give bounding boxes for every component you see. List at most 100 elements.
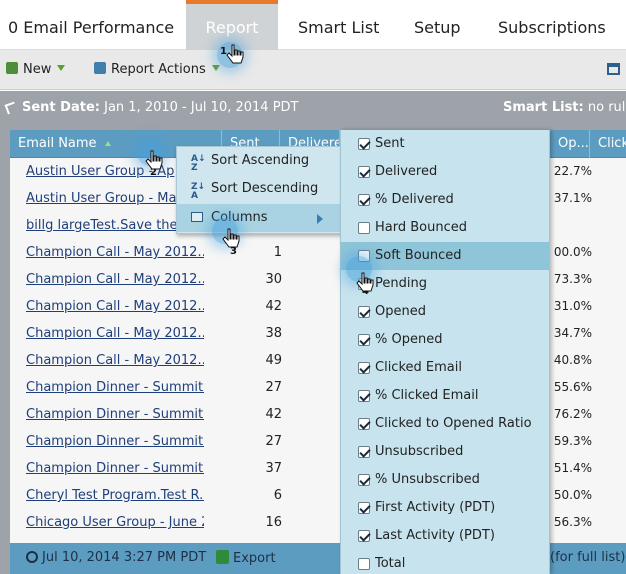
report-actions-button[interactable]: Report Actions bbox=[94, 60, 220, 80]
hand-cursor-icon bbox=[356, 272, 374, 292]
sent-value: 49 bbox=[265, 353, 282, 368]
opened-pct-value: 37.1% bbox=[553, 191, 592, 205]
tab-smart-list[interactable]: Smart List bbox=[286, 0, 391, 50]
dropdown-arrow-icon bbox=[57, 65, 66, 71]
smart-list-value[interactable]: no rules bbox=[588, 100, 626, 115]
opened-pct-value: 51.4% bbox=[553, 461, 592, 475]
email-name-link[interactable]: Chicago User Group - June 2... bbox=[26, 509, 204, 536]
email-name-link[interactable]: Champion Call - May 2012... bbox=[26, 347, 204, 374]
column-checkbox[interactable] bbox=[358, 418, 370, 430]
email-name-link[interactable]: Champion Dinner - Summit... bbox=[26, 374, 204, 401]
column-option-label: Total bbox=[375, 556, 406, 571]
column-option[interactable]: Hard Bounced bbox=[341, 214, 549, 242]
opened-pct-value: 55.6% bbox=[553, 380, 592, 394]
columns-item[interactable]: Columns bbox=[177, 204, 341, 232]
column-checkbox[interactable] bbox=[358, 502, 370, 514]
sort-descending-icon: Z↓ A bbox=[191, 182, 206, 201]
column-header-opened[interactable]: Op... bbox=[550, 130, 590, 158]
email-name-link[interactable]: Champion Dinner - Summit... bbox=[26, 401, 204, 428]
column-option-label: Soft Bounced bbox=[375, 248, 462, 263]
column-checkbox[interactable] bbox=[358, 194, 370, 206]
opened-pct-value: 40.8% bbox=[553, 353, 592, 367]
sent-value: 42 bbox=[265, 299, 282, 314]
report-actions-icon bbox=[94, 62, 106, 74]
email-name-link[interactable]: Champion Call - May 2012... bbox=[26, 293, 204, 320]
sort-asc-icon bbox=[104, 141, 111, 146]
column-header-click[interactable]: Click bbox=[590, 130, 626, 158]
column-option-label: Last Activity (PDT) bbox=[375, 528, 495, 543]
email-name-header-label: Email Name bbox=[18, 136, 97, 151]
column-checkbox[interactable] bbox=[358, 474, 370, 486]
column-option-label: % Clicked Email bbox=[375, 388, 479, 403]
column-option[interactable]: Soft Bounced bbox=[341, 242, 549, 270]
column-option[interactable]: Last Activity (PDT) bbox=[341, 522, 549, 550]
column-option-label: Opened bbox=[375, 304, 426, 319]
email-name-link[interactable]: Champion Call - May 2012... bbox=[26, 320, 204, 347]
column-checkbox[interactable] bbox=[358, 166, 370, 178]
column-checkbox[interactable] bbox=[358, 558, 370, 570]
toolbar: New Report Actions bbox=[0, 50, 626, 90]
column-option[interactable]: Clicked to Opened Ratio bbox=[341, 410, 549, 438]
column-option-label: Pending bbox=[375, 276, 427, 291]
column-option-label: % Opened bbox=[375, 332, 443, 347]
sort-ascending-item[interactable]: A↓ Z Sort Ascending bbox=[177, 147, 341, 175]
column-checkbox[interactable] bbox=[358, 306, 370, 318]
column-option[interactable]: First Activity (PDT) bbox=[341, 494, 549, 522]
column-option[interactable]: % Clicked Email bbox=[341, 382, 549, 410]
column-option[interactable]: Clicked Email bbox=[341, 354, 549, 382]
column-option[interactable]: Opened bbox=[341, 298, 549, 326]
column-option[interactable]: % Unsubscribed bbox=[341, 466, 549, 494]
opened-pct-value: 22.7% bbox=[553, 164, 592, 178]
opened-pct-value: 73.3% bbox=[553, 272, 592, 286]
column-checkbox[interactable] bbox=[358, 362, 370, 374]
email-name-link[interactable]: Champion Call - May 2012... bbox=[26, 266, 204, 293]
email-name-link[interactable]: Cheryl Test Program.Test R... bbox=[26, 482, 204, 509]
column-checkbox[interactable] bbox=[358, 390, 370, 402]
export-label: Export bbox=[233, 551, 276, 566]
report-actions-label: Report Actions bbox=[111, 62, 206, 77]
window-icon[interactable] bbox=[607, 63, 620, 75]
sent-value: 30 bbox=[265, 272, 282, 287]
column-option-label: Unsubscribed bbox=[375, 444, 464, 459]
column-option[interactable]: Delivered bbox=[341, 158, 549, 186]
full-list-text[interactable]: (for full list) bbox=[550, 550, 625, 565]
column-option[interactable]: % Opened bbox=[341, 326, 549, 354]
column-option[interactable]: Total bbox=[341, 550, 549, 574]
column-option[interactable]: Sent bbox=[341, 130, 549, 158]
email-name-link[interactable]: Champion Call - May 2012... bbox=[26, 239, 204, 266]
opened-pct-value: 31.0% bbox=[553, 299, 592, 313]
pin-icon bbox=[4, 101, 18, 115]
tab-setup[interactable]: Setup bbox=[402, 0, 473, 50]
opened-pct-value: 56.3% bbox=[553, 515, 592, 529]
column-option[interactable]: Unsubscribed bbox=[341, 438, 549, 466]
sent-value: 27 bbox=[265, 434, 282, 449]
sort-descending-item[interactable]: Z↓ A Sort Descending bbox=[177, 175, 341, 203]
tab-subscriptions[interactable]: Subscriptions bbox=[486, 0, 618, 50]
column-checkbox[interactable] bbox=[358, 222, 370, 234]
tab-email-performance[interactable]: 0 Email Performance bbox=[0, 0, 186, 50]
hand-cursor-icon bbox=[222, 228, 240, 248]
column-checkbox[interactable] bbox=[358, 138, 370, 150]
export-button[interactable]: Export bbox=[216, 550, 276, 566]
columns-icon bbox=[191, 212, 203, 222]
column-context-menu: A↓ Z Sort Ascending Z↓ A Sort Descending C… bbox=[176, 146, 342, 234]
column-checkbox[interactable] bbox=[358, 334, 370, 346]
sent-value: 6 bbox=[273, 488, 282, 503]
new-menu-button[interactable]: New bbox=[6, 60, 66, 80]
sent-date-label: Sent Date: bbox=[22, 100, 100, 115]
column-option-label: First Activity (PDT) bbox=[375, 500, 496, 515]
tab-bar: 0 Email Performance Report Smart List Se… bbox=[0, 0, 626, 50]
sort-ascending-icon: A↓ Z bbox=[191, 154, 206, 173]
column-option-label: % Unsubscribed bbox=[375, 472, 480, 487]
sent-date-value[interactable]: Jan 1, 2010 - Jul 10, 2014 PDT bbox=[104, 100, 298, 115]
sent-value: 38 bbox=[265, 326, 282, 341]
column-checkbox[interactable] bbox=[358, 530, 370, 542]
sent-value: 27 bbox=[265, 380, 282, 395]
email-name-link[interactable]: Champion Dinner - Summit... bbox=[26, 455, 204, 482]
sort-descending-label: Sort Descending bbox=[211, 181, 319, 196]
filter-bar: Sent Date: Jan 1, 2010 - Jul 10, 2014 PD… bbox=[0, 92, 626, 124]
refresh-icon[interactable] bbox=[26, 551, 38, 563]
column-checkbox[interactable] bbox=[358, 446, 370, 458]
column-option[interactable]: % Delivered bbox=[341, 186, 549, 214]
email-name-link[interactable]: Champion Dinner - Summit... bbox=[26, 428, 204, 455]
